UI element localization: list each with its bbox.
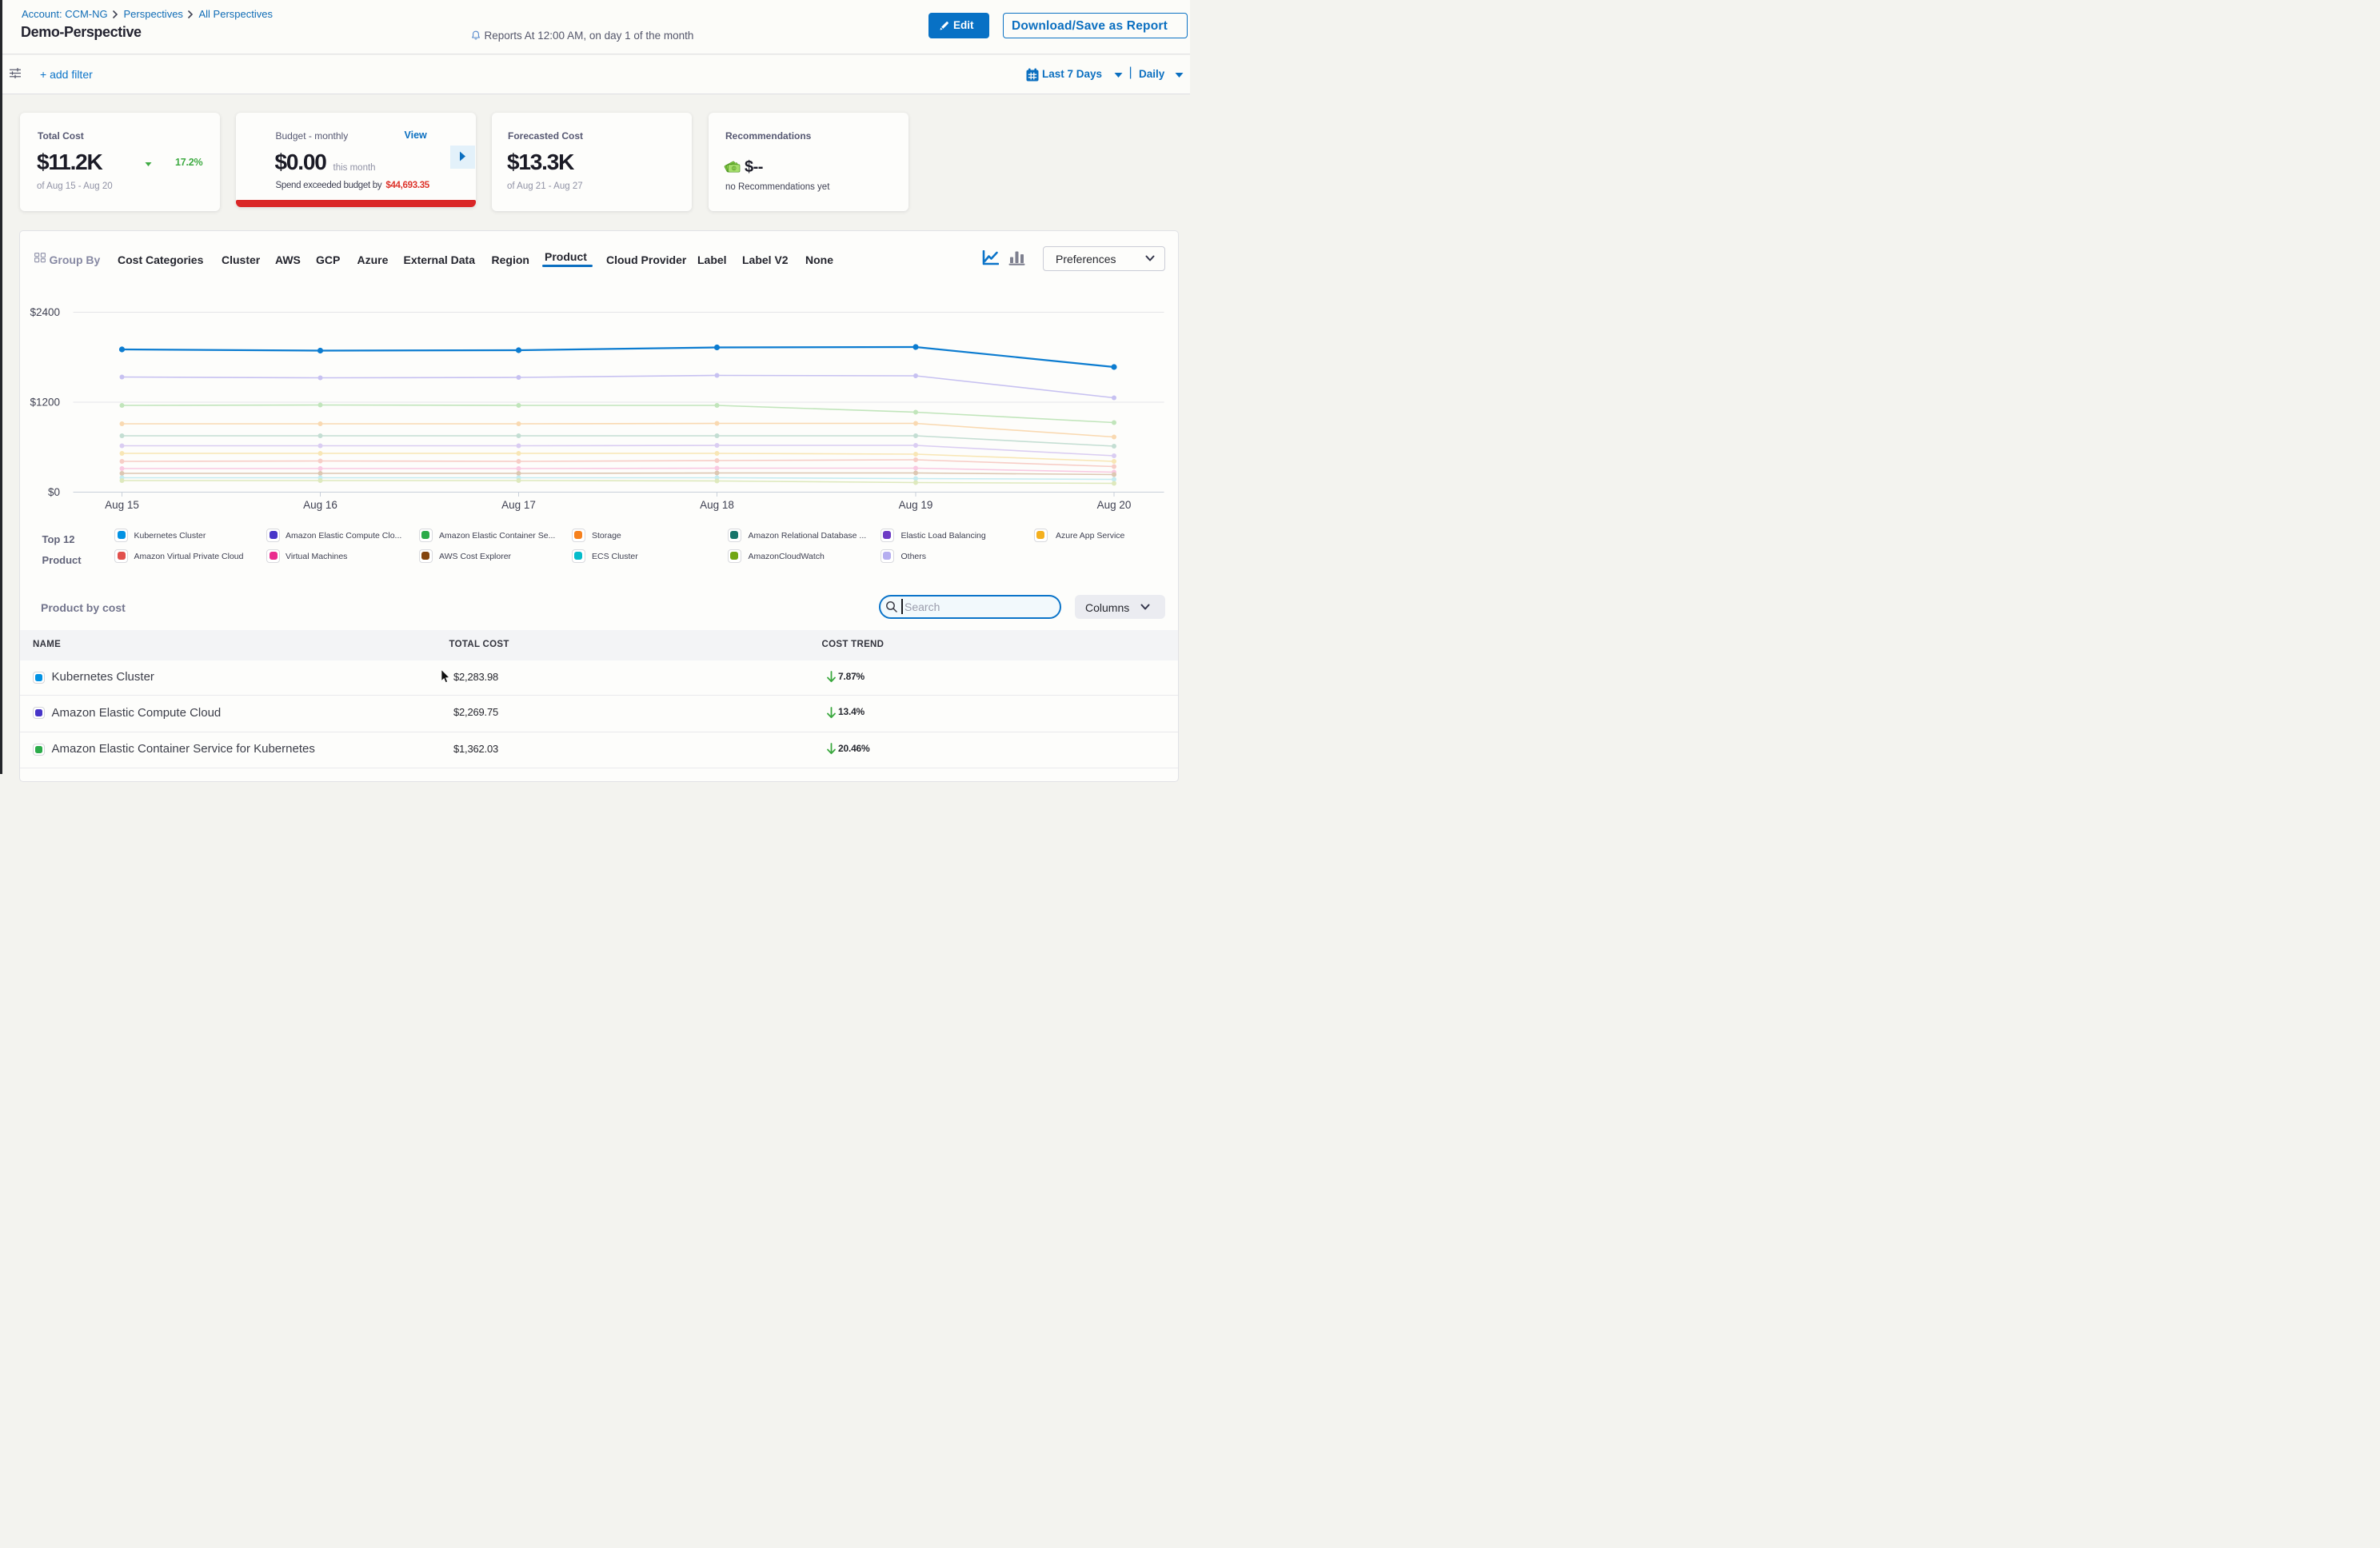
svg-text:Aug 17: Aug 17 [501,499,536,511]
svg-text:Aug 19: Aug 19 [899,499,933,511]
svg-text:Aug 16: Aug 16 [303,499,337,511]
svg-text:Aug 15: Aug 15 [105,499,139,511]
svg-text:Aug 18: Aug 18 [700,499,734,511]
svg-text:$0: $0 [48,486,60,498]
svg-text:$1200: $1200 [30,397,60,409]
svg-text:$2400: $2400 [30,306,60,318]
svg-text:Aug 20: Aug 20 [1097,499,1132,511]
